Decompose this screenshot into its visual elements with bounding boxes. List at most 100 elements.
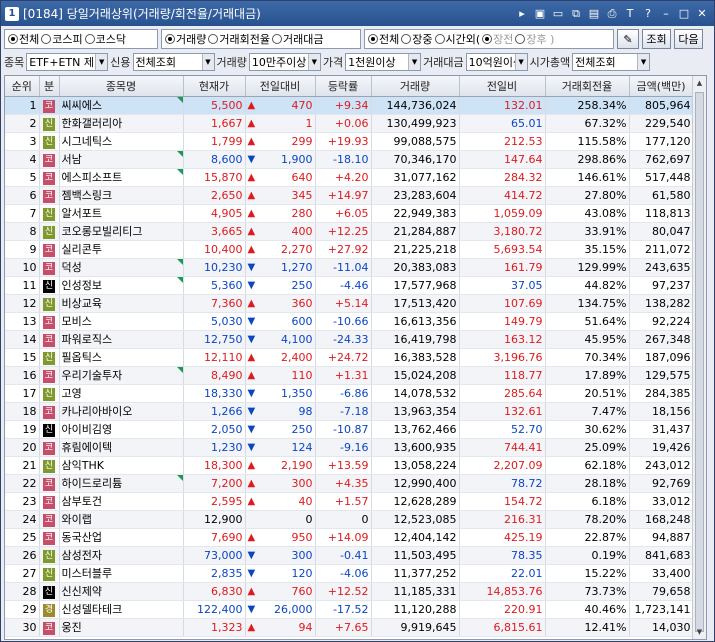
- time_group-option[interactable]: 장중: [401, 31, 433, 47]
- table-row[interactable]: 14 코 파워로직스 12,750 ▼ 4,100 -24.33 16,419,798 163.…: [5, 330, 694, 349]
- stock-name-cell[interactable]: 파워로직스: [59, 330, 184, 349]
- table-row[interactable]: 22 코 하이드로리튬 7,200 ▲ 300 +4.35 12,990,400 78.72 28…: [5, 474, 694, 493]
- table-row[interactable]: 4 코 서남 8,600 ▼ 1,900 -18.10 70,346,170 147.64 298…: [5, 150, 694, 169]
- stock-name-cell[interactable]: 코오롱모빌리티그: [59, 222, 184, 241]
- column-header[interactable]: 거래회전율: [545, 76, 630, 97]
- table-row[interactable]: 2 신 한화갤러리아 1,667 ▲ 1 +0.06 130,499,923 65.01 67.3…: [5, 114, 694, 133]
- stock-name-cell[interactable]: 알서포트: [59, 204, 184, 223]
- sort_group-option[interactable]: 거래량: [165, 31, 206, 47]
- amount-select[interactable]: 10억원이상 ▼: [465, 53, 528, 71]
- credit-select[interactable]: 전체조회 ▼: [132, 53, 215, 71]
- table-row[interactable]: 12 신 비상교육 7,360 ▲ 360 +5.14 17,513,420 107.69 134…: [5, 294, 694, 313]
- minimize-icon[interactable]: –: [658, 6, 674, 22]
- scroll-thumb[interactable]: [695, 92, 704, 632]
- market_group-option[interactable]: 코스피: [41, 31, 83, 47]
- table-row[interactable]: 17 신 고영 18,330 ▼ 1,350 -6.86 14,078,532 285.64 20…: [5, 384, 694, 403]
- stock-name-cell[interactable]: 씨씨에스: [59, 96, 184, 115]
- volume-select[interactable]: 10만주이상 ▼: [248, 53, 321, 71]
- stock-name-cell[interactable]: 동국산업: [59, 528, 184, 547]
- stock-name-cell[interactable]: 에스피소프트: [59, 168, 184, 187]
- stock-name-cell[interactable]: 신신제약: [59, 582, 184, 601]
- time_group-option[interactable]: 장후 ): [515, 31, 554, 47]
- stock-name-cell[interactable]: 신성델타테크: [59, 600, 184, 619]
- print-icon[interactable]: ⎙: [604, 6, 620, 22]
- stock-select[interactable]: ETF+ETN 제 ▼: [26, 53, 109, 71]
- table-row[interactable]: 3 신 시그네틱스 1,799 ▲ 299 +19.93 99,088,575 212.53 11…: [5, 132, 694, 151]
- next-button[interactable]: 다음: [674, 29, 703, 49]
- stock-name-cell[interactable]: 비상교육: [59, 294, 184, 313]
- column-header[interactable]: 거래량: [371, 76, 460, 97]
- font-icon[interactable]: T: [622, 6, 638, 22]
- table-row[interactable]: 7 신 알서포트 4,905 ▲ 280 +6.05 22,949,383 1,059.09 43…: [5, 204, 694, 223]
- table-row[interactable]: 30 코 웅진 1,323 ▲ 94 +7.65 9,919,645 6,815.61 12.41…: [5, 618, 694, 637]
- stock-name-cell[interactable]: 덕성: [59, 258, 184, 277]
- table-row[interactable]: 6 코 젬백스링크 2,650 ▲ 345 +14.97 23,283,604 414.72 27…: [5, 186, 694, 205]
- stock-name-cell[interactable]: 모비스: [59, 312, 184, 331]
- stock-name-cell[interactable]: 한화갤러리아: [59, 114, 184, 133]
- cap-select[interactable]: 전체조회 ▼: [572, 53, 651, 71]
- stock-name-cell[interactable]: 삼부토건: [59, 492, 184, 511]
- table-row[interactable]: 13 코 모비스 5,030 ▼ 600 -10.66 16,613,356 149.79 51.…: [5, 312, 694, 331]
- price-select[interactable]: 1천원이상 ▼: [345, 53, 422, 71]
- table-row[interactable]: 9 코 실리콘투 10,400 ▲ 2,270 +27.92 21,225,218 5,693.…: [5, 240, 694, 259]
- scroll-down-icon[interactable]: ▼: [693, 625, 706, 639]
- table-row[interactable]: 21 신 삼익THK 18,300 ▲ 2,190 +13.59 13,058,224 2,20…: [5, 456, 694, 475]
- column-header[interactable]: 전일대비: [245, 76, 316, 97]
- m-icon[interactable]: ▣: [532, 6, 548, 22]
- table-row[interactable]: 27 신 미스터블루 2,835 ▼ 120 -4.06 11,377,252 22.01 15.…: [5, 564, 694, 583]
- column-header[interactable]: 종목명: [59, 76, 184, 97]
- time_group-option[interactable]: 시간외(: [434, 31, 480, 47]
- stock-name-cell[interactable]: 삼성전자: [59, 546, 184, 565]
- stock-name-cell[interactable]: 서남: [59, 150, 184, 169]
- time_group-option[interactable]: 장전: [482, 31, 513, 47]
- stock-name-cell[interactable]: 하이드로리튬: [59, 474, 184, 493]
- tile-icon[interactable]: ▤: [586, 6, 602, 22]
- table-row[interactable]: 1 코 씨씨에스 5,500 ▲ 470 +9.34 144,736,024 132.01 258…: [5, 96, 694, 115]
- stock-name-cell[interactable]: 실리콘투: [59, 240, 184, 259]
- column-header[interactable]: 등락률: [315, 76, 372, 97]
- stock-name-cell[interactable]: 카나리아바이오: [59, 402, 184, 421]
- table-row[interactable]: 15 신 필옵틱스 12,110 ▲ 2,400 +24.72 16,383,528 3,196…: [5, 348, 694, 367]
- stock-name-cell[interactable]: 삼익THK: [59, 456, 184, 475]
- scroll-up-icon[interactable]: ▲: [693, 76, 706, 90]
- stock-name-cell[interactable]: 고영: [59, 384, 184, 403]
- table-row[interactable]: 25 코 동국산업 7,690 ▲ 950 +14.09 12,404,142 425.19 22…: [5, 528, 694, 547]
- table-row[interactable]: 24 코 와이랩 12,900 0 0 12,523,085 216.31 78.20% 168,…: [5, 510, 694, 529]
- stock-name-cell[interactable]: 웅진: [59, 618, 184, 637]
- column-header[interactable]: 순위: [5, 76, 40, 97]
- maximize-icon[interactable]: □: [676, 6, 692, 22]
- table-row[interactable]: 11 신 인성정보 5,360 ▼ 250 -4.46 17,577,968 37.05 44.8…: [5, 276, 694, 295]
- close-icon[interactable]: ✕: [694, 6, 710, 22]
- link-icon[interactable]: ⧉: [568, 6, 584, 22]
- stock-name-cell[interactable]: 와이랩: [59, 510, 184, 529]
- stock-name-cell[interactable]: 젬백스링크: [59, 186, 184, 205]
- stock-name-cell[interactable]: 아이비김영: [59, 420, 184, 439]
- column-header[interactable]: 분: [39, 76, 60, 97]
- table-row[interactable]: 19 신 아이비김영 2,050 ▼ 250 -10.87 13,762,466 52.70 30…: [5, 420, 694, 439]
- help-icon[interactable]: ?: [640, 6, 656, 22]
- column-header[interactable]: 전일비: [459, 76, 546, 97]
- table-row[interactable]: 5 코 에스피소프트 15,870 ▲ 640 +4.20 31,077,162 284.32 1…: [5, 168, 694, 187]
- query-button[interactable]: 조회: [642, 29, 671, 49]
- table-row[interactable]: 18 코 카나리아바이오 1,266 ▼ 98 -7.18 13,963,354 132.61 7…: [5, 402, 694, 421]
- column-header[interactable]: 금액(백만): [629, 76, 694, 97]
- table-row[interactable]: 26 신 삼성전자 73,000 ▼ 300 -0.41 11,503,495 78.35 0.1…: [5, 546, 694, 565]
- window-icon[interactable]: ▭: [550, 6, 566, 22]
- table-row[interactable]: 10 코 덕성 10,230 ▼ 1,270 -11.04 20,383,083 161.79 1…: [5, 258, 694, 277]
- table-row[interactable]: 8 신 코오롱모빌리티그 3,665 ▲ 400 +12.25 21,284,887 3,180…: [5, 222, 694, 241]
- column-header[interactable]: 현재가: [183, 76, 246, 97]
- arrow-right-icon[interactable]: ▸: [514, 6, 530, 22]
- market_group-option[interactable]: 전체: [8, 31, 39, 47]
- market_group-option[interactable]: 코스닥: [84, 31, 126, 47]
- table-row[interactable]: 23 코 삼부토건 2,595 ▲ 40 +1.57 12,628,289 154.72 6.18…: [5, 492, 694, 511]
- settings-button[interactable]: ✎: [617, 29, 639, 49]
- vertical-scrollbar[interactable]: ▲ ▼: [692, 76, 706, 639]
- table-row[interactable]: 20 코 휴림에이텍 1,230 ▼ 124 -9.16 13,600,935 744.41 25…: [5, 438, 694, 457]
- time_group-option[interactable]: 전체: [368, 31, 399, 47]
- sort_group-option[interactable]: 거래대금: [271, 31, 323, 47]
- stock-name-cell[interactable]: 미스터블루: [59, 564, 184, 583]
- stock-name-cell[interactable]: 인성정보: [59, 276, 184, 295]
- stock-name-cell[interactable]: 필옵틱스: [59, 348, 184, 367]
- table-row[interactable]: 16 코 우리기술투자 8,490 ▲ 110 +1.31 15,024,208 118.77 1…: [5, 366, 694, 385]
- table-row[interactable]: 28 신 신신제약 6,830 ▲ 760 +12.52 11,185,331 14,853.7…: [5, 582, 694, 601]
